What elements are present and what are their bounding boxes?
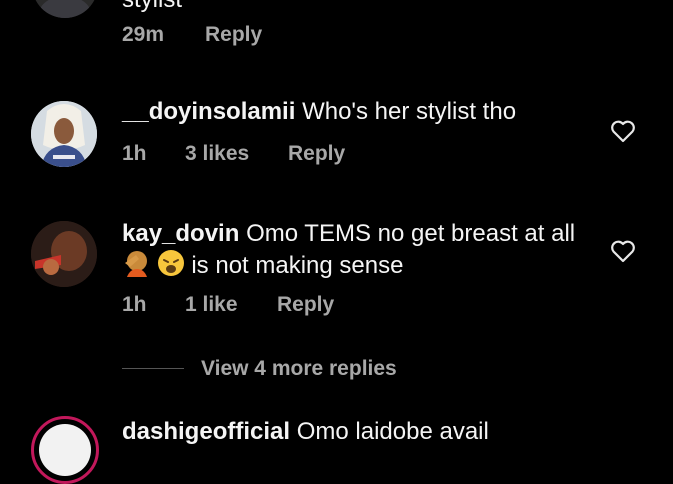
timestamp: 1h	[122, 293, 147, 316]
username-link[interactable]: kay_dovin	[122, 220, 239, 247]
reply-button[interactable]: Reply	[277, 293, 334, 317]
comment-text: Who's her stylist tho	[302, 98, 517, 125]
avatar[interactable]	[32, 0, 98, 18]
avatar[interactable]	[31, 416, 99, 484]
likes-count[interactable]: 3 likes	[185, 142, 249, 166]
reply-button[interactable]: Reply	[288, 142, 345, 166]
timestamp: 29m	[122, 23, 165, 46]
weary-face-icon	[157, 250, 184, 276]
heart-outline-icon[interactable]	[610, 239, 636, 263]
likes-count[interactable]: 1 like	[185, 293, 238, 317]
person-facepalming-icon	[125, 251, 147, 277]
avatar[interactable]	[31, 221, 97, 287]
comment-text: Omo TEMS no get breast at all	[246, 220, 576, 247]
comment-text-continued: is not making sense	[191, 252, 404, 279]
username-link[interactable]: __doyinsolamii	[122, 98, 295, 125]
comment-text: Omo laidobe avail	[296, 418, 489, 445]
comment-body: __doyinsolamii Who's her stylist tho	[122, 96, 592, 127]
comment-body: dashigeofficial Omo laidobe avail	[122, 418, 489, 446]
comment-text: stylist	[122, 0, 182, 14]
comment-body: kay_dovin Omo TEMS no get breast at all …	[122, 218, 592, 281]
username-link[interactable]: dashigeofficial	[122, 418, 290, 445]
view-more-replies-button[interactable]: View 4 more replies	[201, 357, 397, 381]
timestamp: 1h	[122, 142, 147, 165]
avatar[interactable]	[31, 101, 97, 167]
reply-button[interactable]: Reply	[205, 23, 262, 47]
replies-divider	[122, 368, 184, 369]
heart-outline-icon[interactable]	[610, 119, 636, 143]
